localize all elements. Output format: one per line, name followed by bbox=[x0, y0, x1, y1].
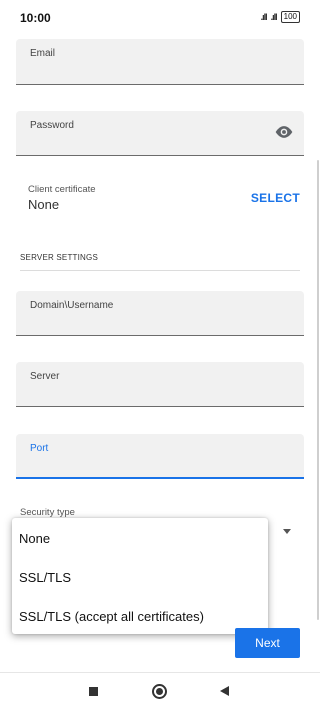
client-certificate-value: None bbox=[28, 197, 60, 212]
password-label: Password bbox=[30, 120, 74, 131]
home-icon[interactable] bbox=[152, 684, 167, 699]
server-field[interactable]: Server bbox=[16, 362, 304, 407]
battery-icon: 100 bbox=[280, 11, 300, 23]
status-time: 10:00 bbox=[20, 11, 51, 25]
password-field[interactable]: Password bbox=[16, 111, 304, 156]
signal-icon-2: .ıll bbox=[270, 12, 278, 22]
security-option-ssl-tls-accept-all[interactable]: SSL/TLS (accept all certificates) bbox=[19, 609, 204, 624]
status-icons: .ıll .ıll 100 bbox=[261, 11, 300, 23]
scrollbar[interactable] bbox=[317, 160, 319, 620]
email-label: Email bbox=[30, 48, 56, 59]
server-settings-header: SERVER SETTINGS bbox=[20, 253, 98, 262]
select-certificate-button[interactable]: SELECT bbox=[251, 191, 300, 205]
port-label: Port bbox=[30, 443, 49, 454]
domain-username-label: Domain\Username bbox=[30, 300, 114, 311]
server-label: Server bbox=[30, 371, 60, 382]
status-bar: 10:00 .ıll .ıll 100 bbox=[0, 0, 320, 34]
signal-icon: .ıll bbox=[260, 12, 268, 22]
chevron-down-icon[interactable] bbox=[283, 529, 291, 534]
email-field[interactable]: Email bbox=[16, 39, 304, 85]
back-icon[interactable] bbox=[220, 686, 229, 696]
section-divider bbox=[20, 270, 300, 271]
eye-icon[interactable] bbox=[274, 125, 294, 139]
next-button[interactable]: Next bbox=[235, 628, 300, 658]
security-option-none[interactable]: None bbox=[19, 531, 50, 546]
client-certificate-label: Client certificate bbox=[28, 184, 96, 195]
port-field[interactable]: Port bbox=[16, 434, 304, 479]
recent-apps-icon[interactable] bbox=[89, 687, 98, 696]
security-type-label: Security type bbox=[20, 507, 75, 518]
security-type-dropdown: None SSL/TLS SSL/TLS (accept all certifi… bbox=[12, 518, 268, 634]
domain-username-field[interactable]: Domain\Username bbox=[16, 291, 304, 336]
security-option-ssl-tls[interactable]: SSL/TLS bbox=[19, 570, 71, 585]
navigation-bar bbox=[0, 672, 320, 711]
